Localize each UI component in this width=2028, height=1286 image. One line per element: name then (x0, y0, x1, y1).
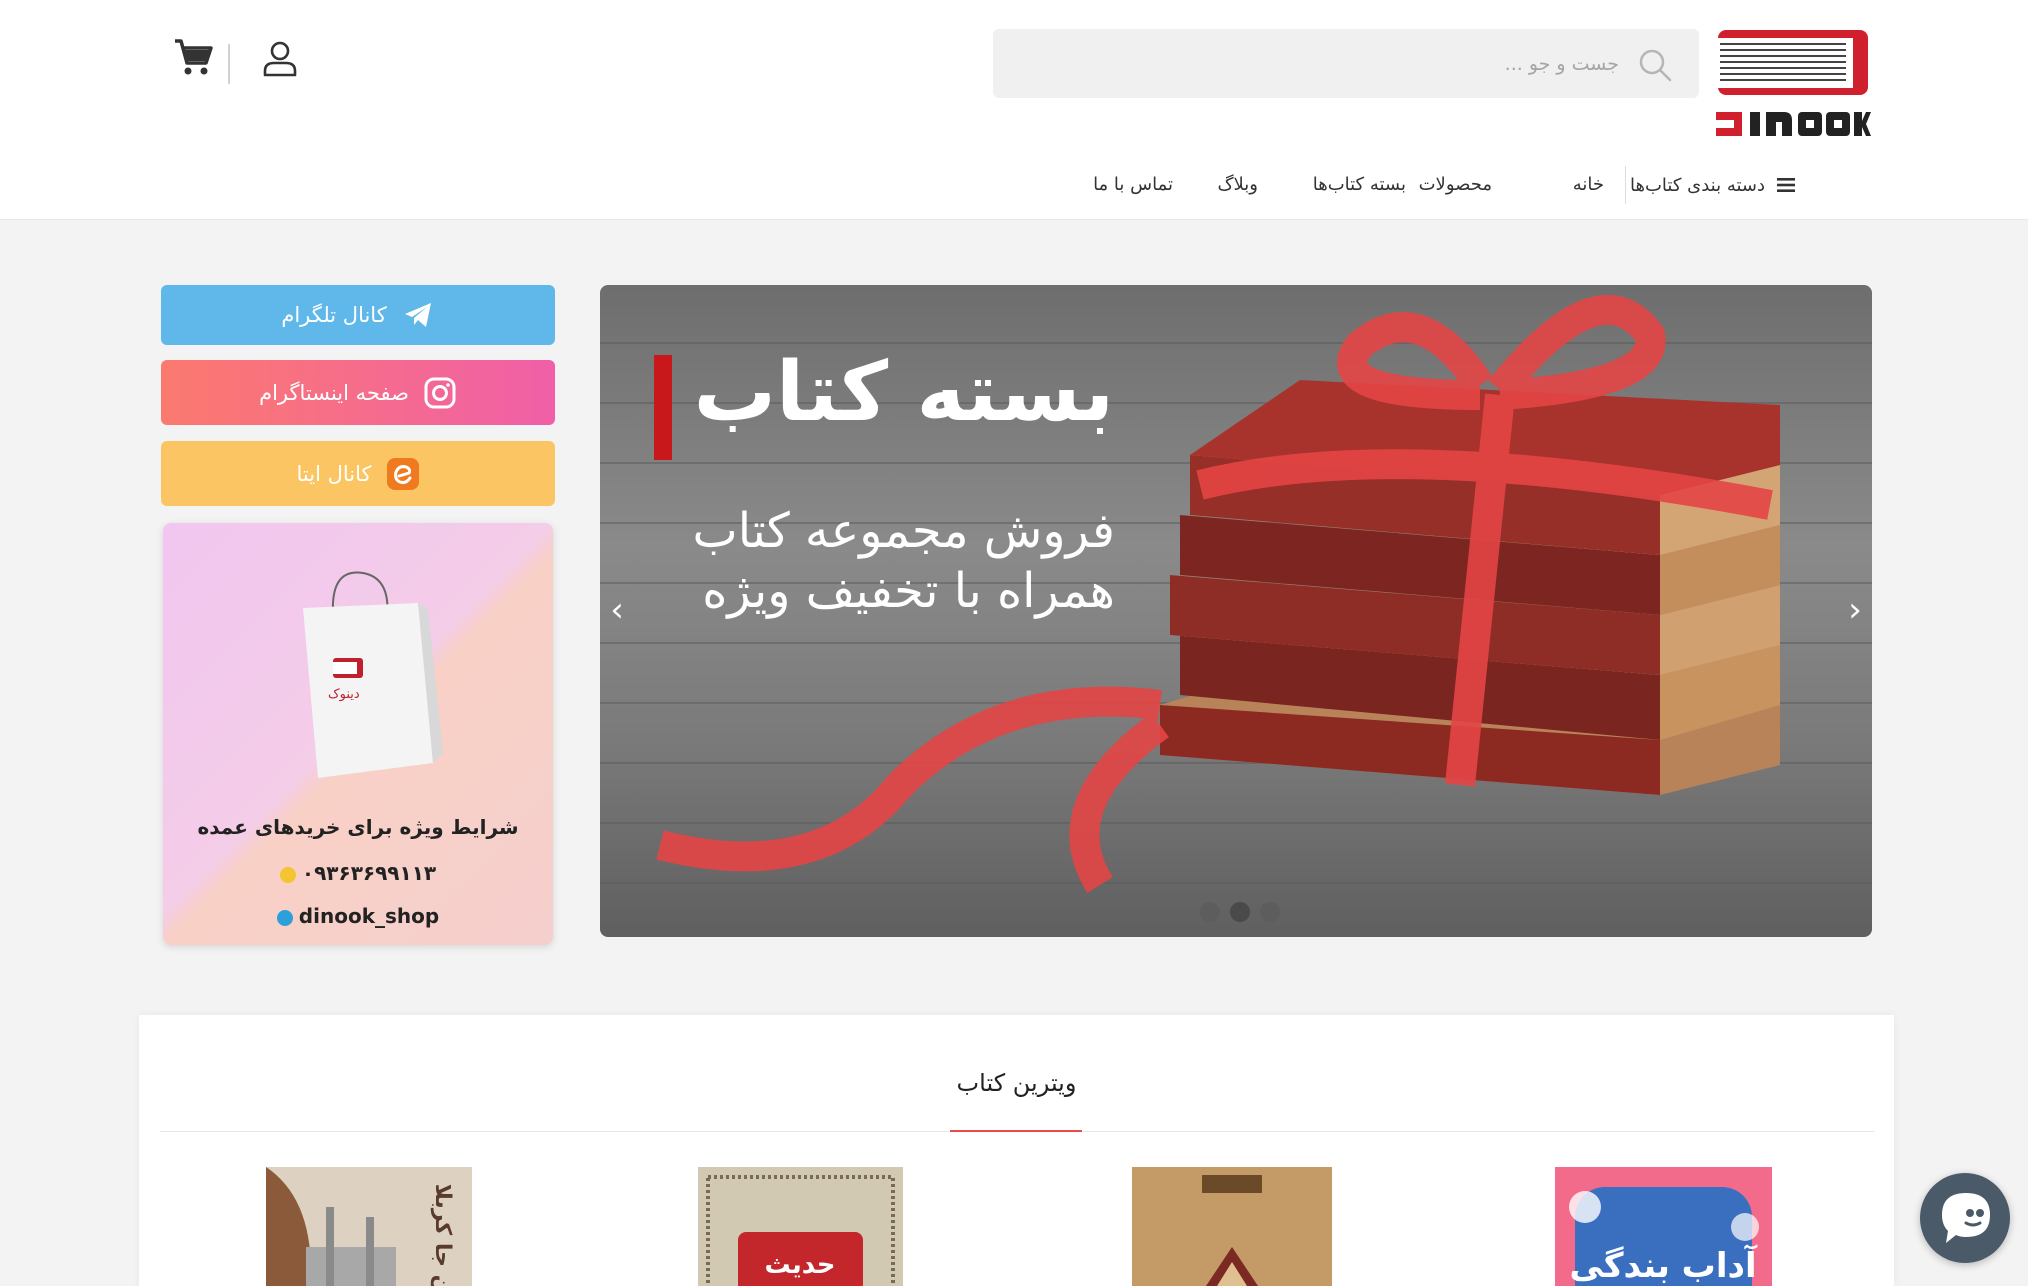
search-icon[interactable] (1637, 47, 1673, 83)
shopping-bag-image: دینوک (303, 571, 443, 778)
promo-phone: ۰۹۳۶۳۶۹۹۱۱۳ (163, 861, 553, 885)
slider-dot[interactable] (1260, 902, 1280, 922)
showcase-title-underline (950, 1130, 1082, 1132)
book-showcase: ویترین کتاب آداب بندگی حدیث این جا کربلا (139, 1015, 1894, 1286)
book-cover-image: آداب بندگی (1555, 1167, 1772, 1286)
eitaa-icon (386, 457, 419, 490)
nav-home[interactable]: خانه (1573, 160, 1604, 210)
hero-slider[interactable]: بسته کتاب فروش مجموعه کتاب همراه با تخفی… (600, 285, 1872, 937)
slide-subtitle-1: فروش مجموعه کتاب (692, 503, 1115, 559)
book-cover-image: این جا کربلا (266, 1167, 472, 1286)
categories-menu[interactable]: دسته بندی کتاب‌ها (1630, 160, 1797, 210)
site-header: دسته بندی کتاب‌ها خانه محصولات بسته کتاب… (0, 0, 2028, 220)
slider-prev-arrow-icon[interactable]: ‹ (602, 590, 632, 630)
slide-subtitle-2: همراه با تخفیف ویژه (702, 563, 1115, 619)
book-card[interactable] (1132, 1167, 1332, 1286)
instagram-label: صفحه اینستاگرام (259, 380, 409, 405)
book-cover-image: حدیث (698, 1167, 903, 1286)
nav-book-bundles[interactable]: بسته کتاب‌ها (1313, 160, 1406, 210)
search-input[interactable] (1059, 29, 1619, 98)
book-card[interactable]: حدیث (698, 1167, 903, 1286)
phone-icon (279, 866, 296, 883)
user-icon[interactable] (262, 40, 298, 78)
instagram-icon (424, 377, 456, 408)
categories-label: دسته بندی کتاب‌ها (1629, 174, 1765, 196)
cart-icon[interactable] (173, 37, 213, 77)
instagram-page-button[interactable]: صفحه اینستاگرام (161, 360, 555, 425)
hamburger-icon (1777, 178, 1795, 192)
main-nav: دسته بندی کتاب‌ها خانه محصولات بسته کتاب… (0, 160, 2028, 210)
dinook-logo[interactable] (1716, 28, 1871, 142)
slider-dot-active[interactable] (1230, 902, 1250, 922)
slide-title-accent (654, 355, 672, 460)
book-cover-title: این جا کربلا (430, 1184, 455, 1286)
showcase-title: ویترین کتاب (956, 1069, 1077, 1097)
book-cover-title: حدیث (764, 1250, 835, 1280)
book-card[interactable]: این جا کربلا (266, 1167, 472, 1286)
eitaa-channel-button[interactable]: کانال ایتا (161, 441, 555, 506)
slider-next-arrow-icon[interactable]: › (1840, 590, 1870, 630)
book-cover-title: آداب بندگی (1569, 1244, 1758, 1286)
slider-dot[interactable] (1200, 902, 1220, 922)
header-divider (228, 44, 230, 84)
telegram-icon (404, 303, 431, 327)
promo-handle-text: dinook_shop (298, 904, 440, 928)
nav-contact[interactable]: تماس با ما (1093, 160, 1173, 210)
promo-phone-number: ۰۹۳۶۳۶۹۹۱۱۳ (301, 861, 437, 885)
promo-handle: dinook_shop (163, 904, 553, 928)
nav-divider (1625, 166, 1626, 204)
book-card[interactable]: آداب بندگی (1555, 1167, 1772, 1286)
slide-title: بسته کتاب (693, 345, 1114, 440)
nav-products[interactable]: محصولات (1419, 160, 1492, 210)
telegram-small-icon (276, 909, 293, 926)
telegram-channel-button[interactable]: کانال تلگرام (161, 285, 555, 345)
slider-dots (1200, 902, 1280, 922)
chat-icon (1942, 1193, 1990, 1243)
wholesale-promo-card[interactable]: دینوک شرایط ویژه برای خریدهای عمده ۰۹۳۶۳… (163, 523, 553, 945)
nav-blog[interactable]: وبلاگ (1217, 160, 1258, 210)
bag-brand-text: دینوک (328, 687, 360, 702)
promo-title: شرایط ویژه برای خریدهای عمده (197, 815, 519, 839)
book-cover-image (1132, 1167, 1332, 1286)
telegram-label: کانال تلگرام (281, 303, 387, 327)
search-bar (993, 29, 1699, 98)
eitaa-label: کانال ایتا (296, 461, 372, 486)
chat-widget-button[interactable] (1920, 1173, 2010, 1263)
